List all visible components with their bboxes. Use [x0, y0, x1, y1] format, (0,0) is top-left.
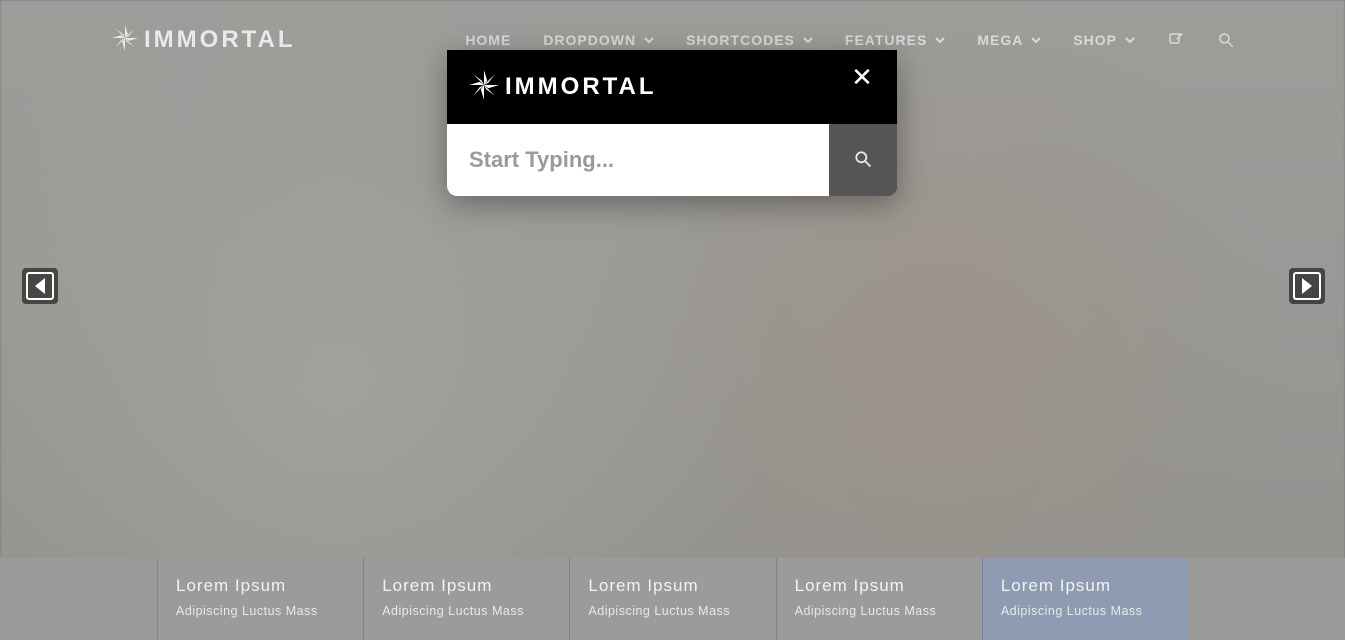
slider-tab[interactable]: Lorem Ipsum Adipiscing Luctus Mass [776, 558, 982, 640]
nav-item-home[interactable]: HOME [465, 32, 511, 48]
slider-tab[interactable]: Lorem Ipsum Adipiscing Luctus Mass [982, 558, 1188, 640]
modal-logo: IMMORTAL [467, 68, 657, 107]
chevron-down-icon [803, 35, 813, 45]
nav-item-shop[interactable]: SHOP [1073, 32, 1135, 48]
search-icon[interactable] [1217, 31, 1235, 49]
slider-tab-subtitle: Adipiscing Luctus Mass [795, 604, 964, 618]
nav-label: MEGA [977, 32, 1023, 48]
slider-tab-subtitle: Adipiscing Luctus Mass [382, 604, 551, 618]
slider-tab-title: Lorem Ipsum [1001, 576, 1170, 596]
nav-label: DROPDOWN [543, 32, 636, 48]
nav-label: SHORTCODES [686, 32, 795, 48]
chevron-down-icon [1125, 35, 1135, 45]
chevron-down-icon [1031, 35, 1041, 45]
slider-tab-subtitle: Adipiscing Luctus Mass [588, 604, 757, 618]
slider-tab-title: Lorem Ipsum [588, 576, 757, 596]
slider-next-button[interactable] [1289, 268, 1325, 304]
main-nav: HOME DROPDOWN SHORTCODES FEATURES MEGA S… [465, 31, 1235, 49]
chevron-down-icon [644, 35, 654, 45]
site-logo[interactable]: IMMORTAL [110, 23, 296, 58]
search-icon [853, 149, 873, 172]
search-modal-body [447, 124, 897, 196]
search-modal: IMMORTAL ✕ [447, 50, 897, 196]
slider-tab-subtitle: Adipiscing Luctus Mass [176, 604, 345, 618]
search-submit-button[interactable] [829, 124, 897, 196]
flower-icon [110, 23, 140, 58]
search-modal-header: IMMORTAL ✕ [447, 50, 897, 124]
slider-tab[interactable]: Lorem Ipsum Adipiscing Luctus Mass [569, 558, 775, 640]
slider-prev-button[interactable] [22, 268, 58, 304]
nav-item-mega[interactable]: MEGA [977, 32, 1041, 48]
slider-tab-title: Lorem Ipsum [382, 576, 551, 596]
flower-icon [467, 68, 501, 107]
nav-item-dropdown[interactable]: DROPDOWN [543, 32, 654, 48]
nav-label: FEATURES [845, 32, 927, 48]
slider-tabs: Lorem Ipsum Adipiscing Luctus Mass Lorem… [0, 558, 1345, 640]
slider-tab[interactable]: Lorem Ipsum Adipiscing Luctus Mass [363, 558, 569, 640]
search-input[interactable] [447, 124, 829, 196]
nav-label: SHOP [1073, 32, 1117, 48]
slider-tab-subtitle: Adipiscing Luctus Mass [1001, 604, 1170, 618]
close-icon[interactable]: ✕ [847, 62, 877, 92]
nav-item-features[interactable]: FEATURES [845, 32, 945, 48]
nav-label: HOME [465, 32, 511, 48]
slider-tab-title: Lorem Ipsum [176, 576, 345, 596]
chevron-down-icon [935, 35, 945, 45]
share-icon[interactable] [1167, 31, 1185, 49]
slider-tab-title: Lorem Ipsum [795, 576, 964, 596]
site-logo-text: IMMORTAL [144, 26, 296, 54]
slider-tab[interactable]: Lorem Ipsum Adipiscing Luctus Mass [157, 558, 363, 640]
modal-logo-text: IMMORTAL [505, 73, 657, 101]
nav-item-shortcodes[interactable]: SHORTCODES [686, 32, 813, 48]
